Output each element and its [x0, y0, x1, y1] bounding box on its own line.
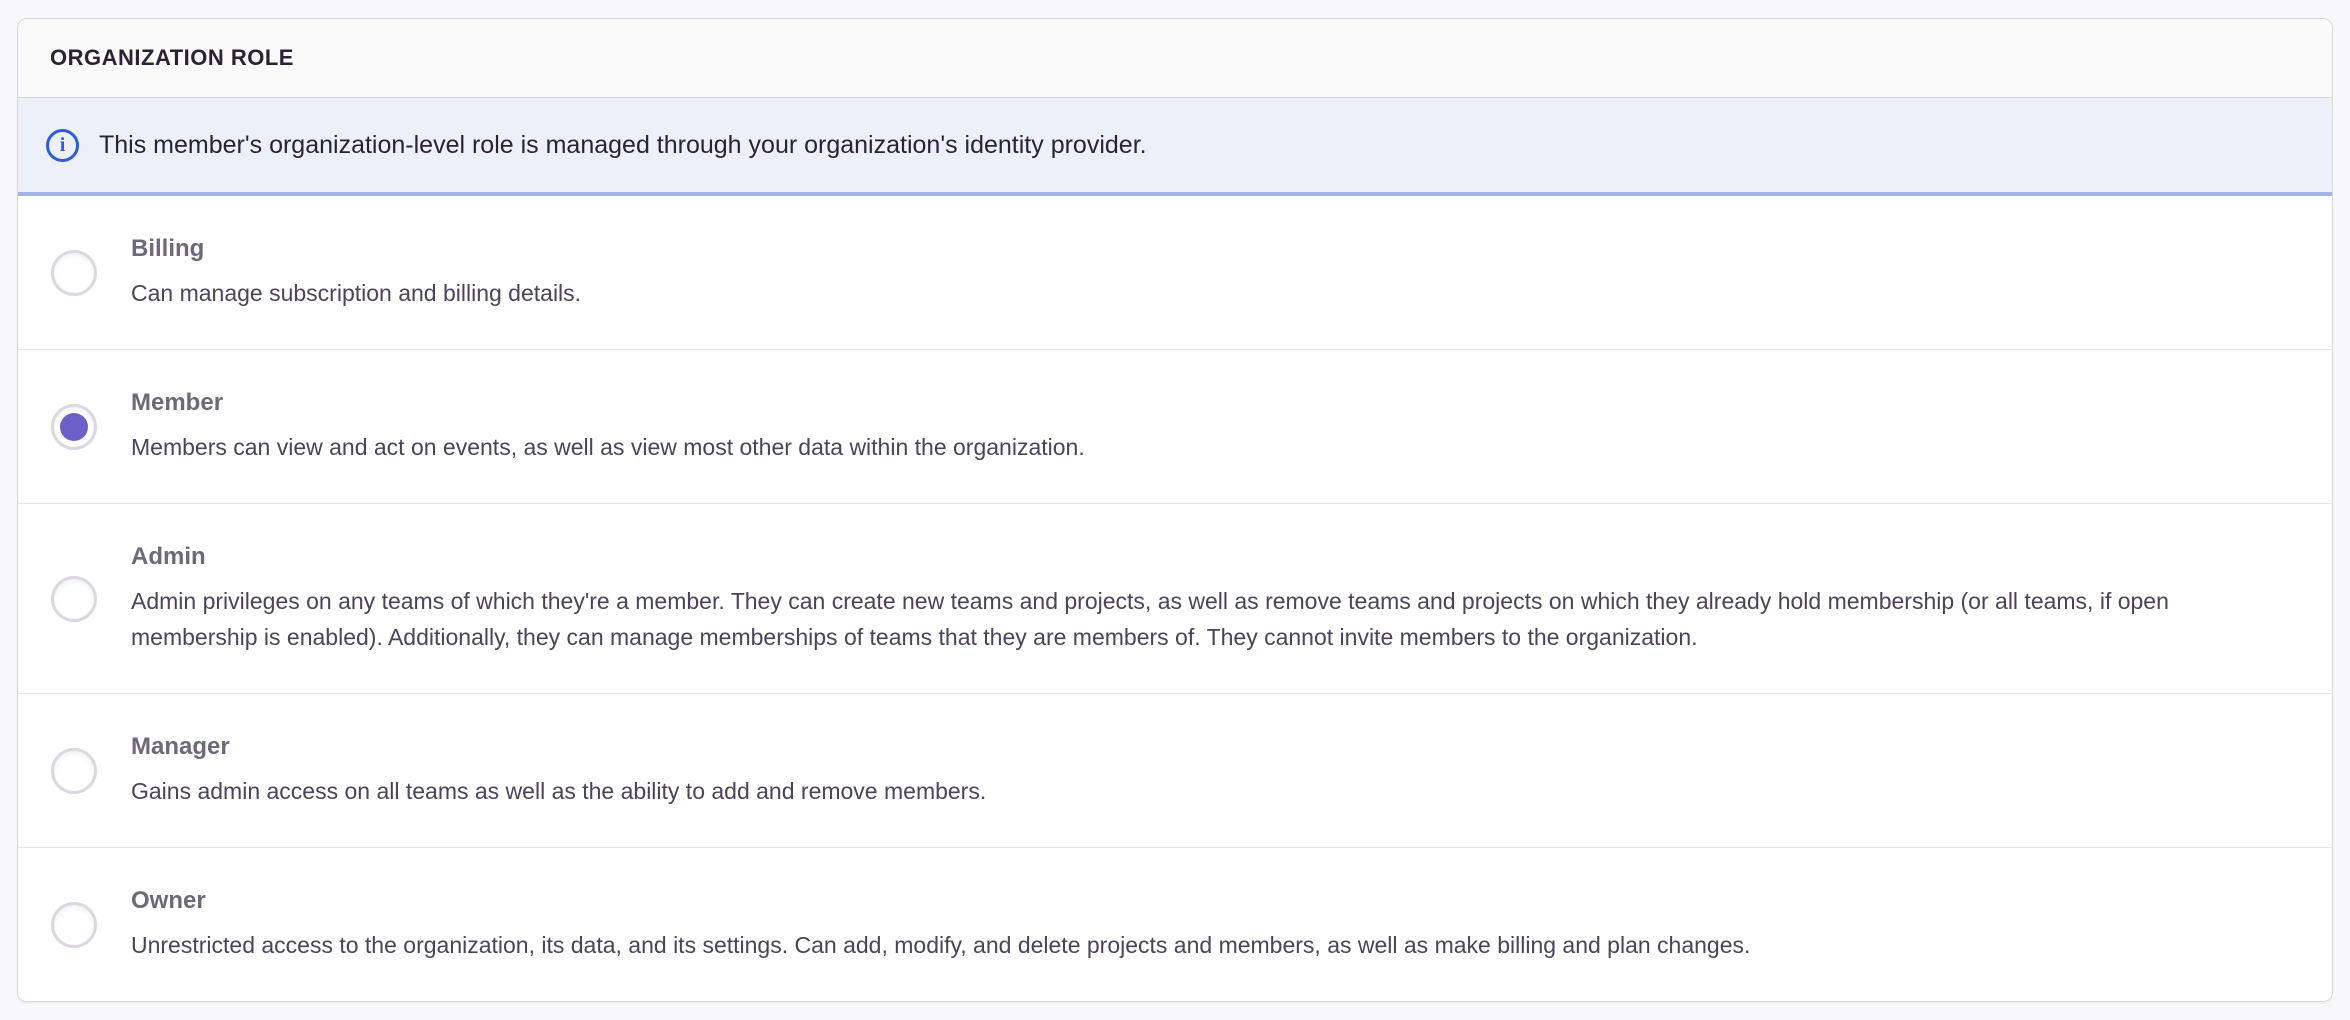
radio-dot: [60, 585, 88, 613]
role-description: Members can view and act on events, as w…: [131, 429, 1085, 465]
role-text: Admin Admin privileges on any teams of w…: [131, 542, 2292, 655]
role-label: Admin: [131, 542, 2292, 571]
radio-dot: [60, 259, 88, 287]
role-row-billing[interactable]: Billing Can manage subscription and bill…: [18, 196, 2332, 350]
role-description: Admin privileges on any teams of which t…: [131, 583, 2292, 655]
role-text: Owner Unrestricted access to the organiz…: [131, 886, 1750, 963]
role-text: Member Members can view and act on event…: [131, 388, 1085, 465]
page: ORGANIZATION ROLE i This member's organi…: [0, 0, 2350, 1002]
panel-title: ORGANIZATION ROLE: [50, 44, 2300, 72]
role-radio-button[interactable]: [51, 748, 97, 794]
info-icon: i: [46, 129, 79, 162]
role-description: Gains admin access on all teams as well …: [131, 773, 986, 809]
role-radio-button[interactable]: [51, 902, 97, 948]
idp-managed-alert: i This member's organization-level role …: [18, 98, 2332, 196]
role-label: Member: [131, 388, 1085, 417]
role-radio-button[interactable]: [51, 250, 97, 296]
role-row-manager[interactable]: Manager Gains admin access on all teams …: [18, 694, 2332, 848]
radio-dot: [60, 757, 88, 785]
role-radio-button[interactable]: [51, 576, 97, 622]
role-text: Billing Can manage subscription and bill…: [131, 234, 581, 311]
role-description: Can manage subscription and billing deta…: [131, 275, 581, 311]
radio-dot: [60, 413, 88, 441]
role-label: Billing: [131, 234, 581, 263]
role-label: Manager: [131, 732, 986, 761]
organization-role-panel: ORGANIZATION ROLE i This member's organi…: [17, 18, 2333, 1002]
role-text: Manager Gains admin access on all teams …: [131, 732, 986, 809]
radio-dot: [60, 911, 88, 939]
role-label: Owner: [131, 886, 1750, 915]
role-radio-list: Billing Can manage subscription and bill…: [18, 196, 2332, 1001]
role-row-admin[interactable]: Admin Admin privileges on any teams of w…: [18, 504, 2332, 694]
role-radio-button[interactable]: [51, 404, 97, 450]
panel-header: ORGANIZATION ROLE: [18, 19, 2332, 98]
alert-text: This member's organization-level role is…: [99, 128, 1147, 162]
role-description: Unrestricted access to the organization,…: [131, 927, 1750, 963]
role-row-member[interactable]: Member Members can view and act on event…: [18, 350, 2332, 504]
role-row-owner[interactable]: Owner Unrestricted access to the organiz…: [18, 848, 2332, 1001]
